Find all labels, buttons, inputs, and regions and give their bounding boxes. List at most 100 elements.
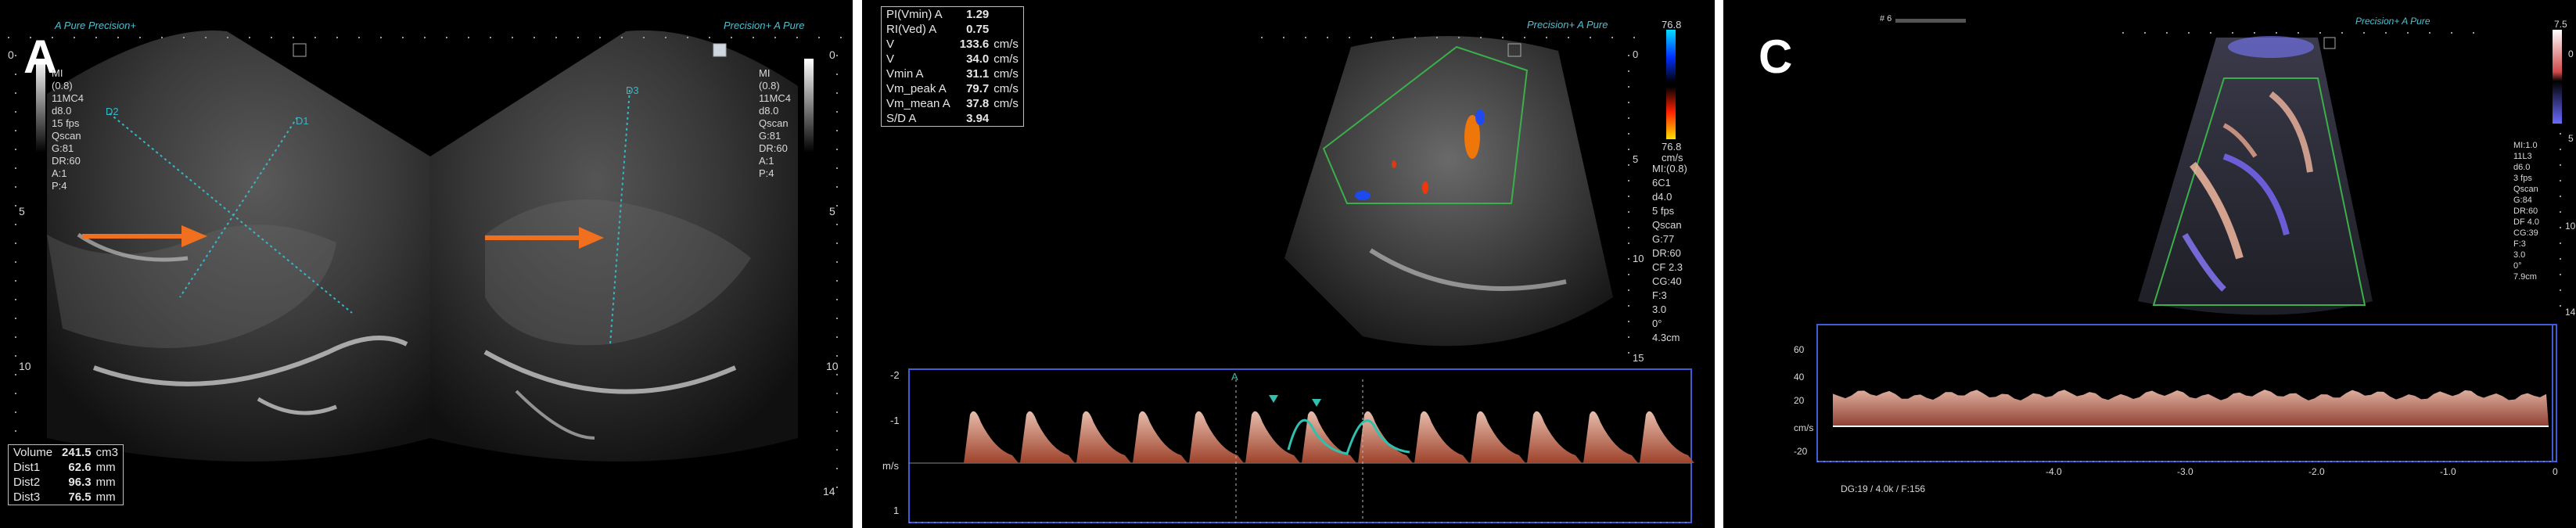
depth-label: 10 [826, 360, 839, 372]
measurement-label: Volume [13, 446, 53, 459]
measurement-label: S/D A [886, 112, 917, 125]
scan-param: 3 fps [2513, 174, 2532, 183]
measurement-value: 0.75 [966, 23, 990, 36]
brand-text: Precision+ A Pure [724, 20, 805, 31]
scan-param: 11MC4 [759, 92, 791, 104]
scan-param: 3.0 [2513, 250, 2526, 260]
depth-label: 0 [8, 48, 14, 61]
brand-text: Precision+ A Pure [1527, 19, 1608, 31]
scan-param: MI:(0.8) [1652, 163, 1687, 174]
measurement-value: 62.6 [68, 461, 92, 474]
scan-param: P:4 [52, 180, 67, 192]
depth-label: 15 [1633, 352, 1644, 364]
scan-param: DF 4.0 [2513, 217, 2540, 227]
spectrum-tick: 40 [1794, 372, 1805, 383]
measurement-label: Dist3 [13, 490, 41, 504]
measurement-value: 76.5 [68, 490, 92, 504]
scan-param: d8.0 [759, 105, 779, 117]
measurement-unit: cm3 [95, 446, 118, 459]
spectrum-tick: -1 [890, 415, 900, 426]
scan-param: DR:60 [1652, 247, 1681, 259]
spectrum-tick: -1.0 [2440, 466, 2456, 477]
measurement-value: 79.7 [966, 82, 990, 95]
depth-label: 5 [1633, 153, 1639, 165]
measurement-row: V 34.0 cm/s [882, 52, 1023, 66]
scan-param: DR:60 [2513, 207, 2538, 216]
color-scale-top: 76.8 [1662, 19, 1682, 31]
scan-param: MI [52, 67, 63, 79]
scan-param: Qscan [52, 130, 81, 142]
spectrum-tick: -3.0 [2177, 466, 2193, 477]
spectrum-tick: 0 [2553, 466, 2558, 477]
measurement-row: PI(Vmin) A 1.29 [882, 7, 1023, 22]
depth-label: 0 [2568, 48, 2574, 59]
scan-param: CF 2.3 [1652, 261, 1683, 273]
scan-param: Qscan [759, 117, 789, 129]
measurement-unit: mm [95, 461, 116, 474]
spectrum-tick: -20 [1794, 446, 1808, 457]
measurement-label: V [886, 38, 895, 51]
color-scale-top: 7.5 [2554, 19, 2567, 30]
brand-text: A Pure Precision+ [55, 20, 136, 31]
panel-c-image [1816, 19, 2562, 462]
measurement-row: Volume 241.5 cm3 [9, 445, 123, 460]
scan-param: 15 fps [52, 117, 80, 129]
depth-label: 10 [1633, 253, 1644, 264]
depth-label: 14 [2565, 307, 2576, 318]
measurement-unit: cm/s [993, 38, 1019, 51]
spectrum-unit: m/s [882, 460, 899, 472]
scan-param: G:84 [2513, 196, 2532, 205]
measurement-unit: cm/s [993, 82, 1019, 95]
measurement-value: 3.94 [966, 112, 990, 125]
panel-a: A A Pure Precision+ Precision+ A Pure D2… [0, 0, 853, 528]
depth-label: 10 [2565, 221, 2576, 232]
scan-param: G:81 [759, 130, 781, 142]
scan-param: A:1 [52, 167, 67, 179]
scan-param: 0° [1652, 318, 1662, 329]
measurement-value: 31.1 [966, 67, 990, 81]
measurement-unit [993, 111, 1023, 126]
scan-param: DR:60 [759, 142, 788, 154]
depth-label: 5 [2568, 133, 2574, 144]
measurement-row: Dist2 96.3 mm [9, 475, 123, 490]
scan-param: 11MC4 [52, 92, 84, 104]
depth-label: 0 [1633, 48, 1639, 60]
spectrum-footer: DG:19 / 4.0k / F:156 [1841, 483, 1926, 494]
cycle-marker: A [1231, 371, 1238, 383]
measurement-value: 1.29 [966, 8, 990, 21]
scan-param: d4.0 [1652, 191, 1672, 203]
measurement-row: Vm_mean A 37.8 cm/s [882, 96, 1023, 111]
measurement-label: Vmin A [886, 67, 924, 81]
measurement-row: V 133.6 cm/s [882, 37, 1023, 52]
scan-param: Qscan [2513, 185, 2538, 194]
spectrum-tick: -2.0 [2308, 466, 2325, 477]
scan-param: CG:39 [2513, 228, 2538, 238]
measurement-value: 241.5 [62, 446, 92, 459]
measurement-unit [993, 22, 1023, 37]
scan-param: d6.0 [2513, 163, 2531, 172]
top-label: # 6 [1880, 14, 1892, 23]
doppler-measurement-box: PI(Vmin) A 1.29 RI(Ved) A 0.75 V 133.6 cm/s V 34… [881, 6, 1024, 127]
measurement-value: 133.6 [959, 38, 990, 51]
color-scale-bottom: 76.8 [1662, 141, 1682, 153]
scan-param: 4.3cm [1652, 332, 1680, 343]
depth-label: 0 [829, 48, 835, 61]
measurement-row: Dist1 62.6 mm [9, 460, 123, 475]
measurement-label: Dist2 [13, 476, 41, 489]
scan-param: (0.8) [759, 80, 780, 92]
measurement-unit: mm [95, 476, 116, 489]
distance-label-d3: D3 [626, 84, 639, 96]
depth-label: 14 [823, 485, 835, 497]
scan-param: MI:1.0 [2513, 141, 2538, 150]
scan-param: 6C1 [1652, 177, 1671, 189]
measurement-row: Vmin A 31.1 cm/s [882, 66, 1023, 81]
depth-label: 5 [19, 205, 25, 217]
depth-label: 10 [19, 360, 31, 372]
measurement-unit [993, 7, 1023, 22]
depth-label: 5 [829, 205, 835, 217]
measurement-value: 37.8 [966, 97, 990, 110]
scan-param: d8.0 [52, 105, 72, 117]
scan-param: G:77 [1652, 233, 1675, 245]
measurement-unit: cm/s [993, 97, 1019, 110]
spectrum-tick: 20 [1794, 395, 1805, 406]
